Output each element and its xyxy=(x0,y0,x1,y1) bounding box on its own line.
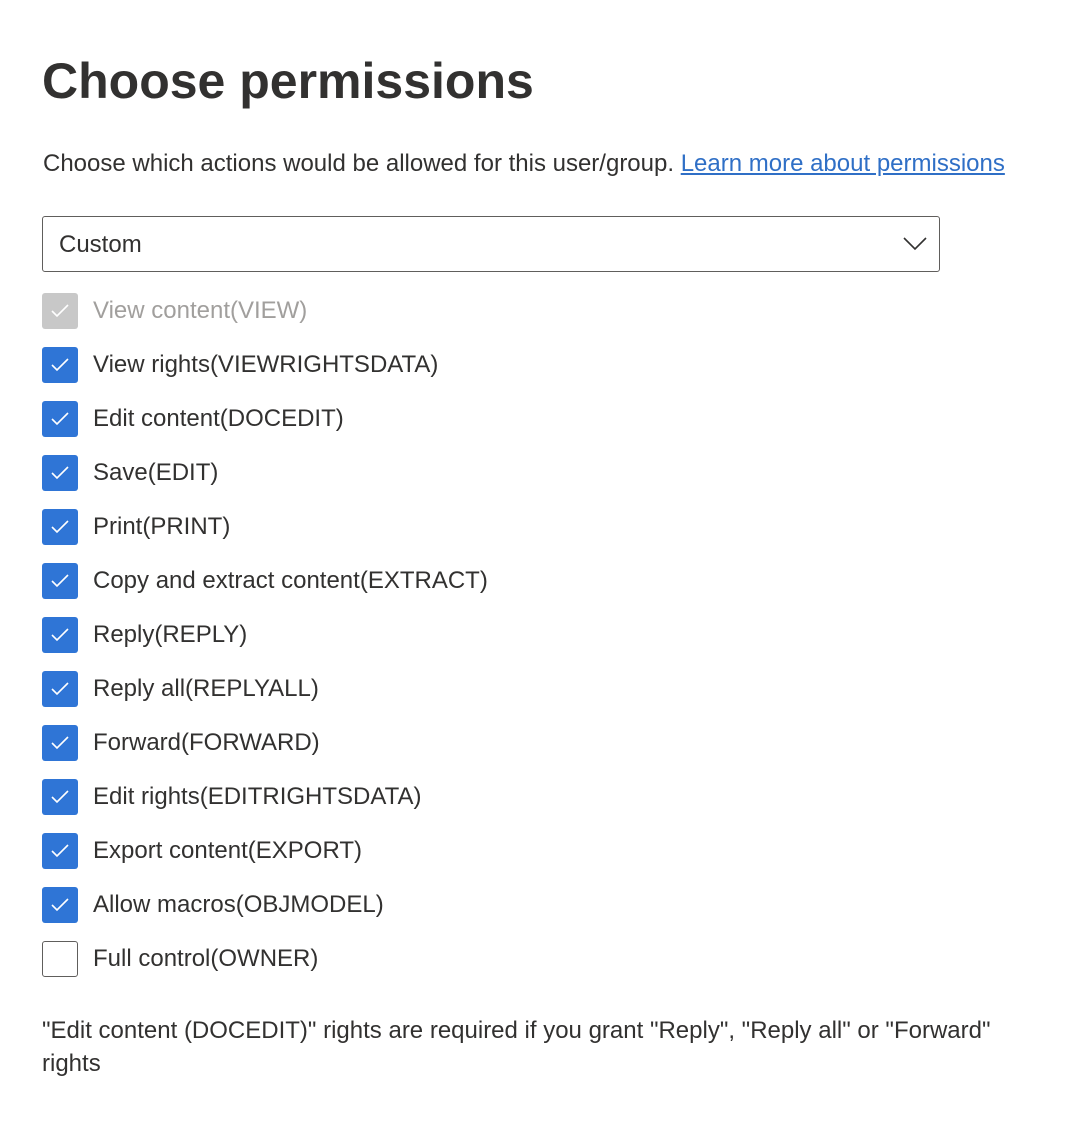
checkbox[interactable] xyxy=(42,455,78,491)
permission-checkbox-row[interactable]: Export content(EXPORT) xyxy=(42,833,488,887)
checkbox[interactable] xyxy=(42,887,78,923)
checkbox[interactable] xyxy=(42,725,78,761)
checkmark-icon xyxy=(51,790,69,804)
permission-checkbox-row[interactable]: Edit rights(EDITRIGHTSDATA) xyxy=(42,779,488,833)
checkbox[interactable] xyxy=(42,833,78,869)
permission-label: Export content(EXPORT) xyxy=(93,837,362,864)
permission-level-dropdown[interactable]: Custom xyxy=(42,216,940,272)
permission-checkbox-row[interactable]: Print(PRINT) xyxy=(42,509,488,563)
checkmark-icon xyxy=(51,412,69,426)
permission-checkbox-row[interactable]: View rights(VIEWRIGHTSDATA) xyxy=(42,347,488,401)
permission-checkbox-row: View content(VIEW) xyxy=(42,293,488,347)
checkmark-icon xyxy=(51,520,69,534)
permission-checkbox-row[interactable]: Edit content(DOCEDIT) xyxy=(42,401,488,455)
permission-checkbox-row[interactable]: Save(EDIT) xyxy=(42,455,488,509)
checkbox[interactable] xyxy=(42,671,78,707)
checkbox[interactable] xyxy=(42,617,78,653)
permission-checkbox-row[interactable]: Forward(FORWARD) xyxy=(42,725,488,779)
description-text: Choose which actions would be allowed fo… xyxy=(43,150,681,177)
permission-label: Forward(FORWARD) xyxy=(93,729,320,756)
checkmark-icon xyxy=(51,358,69,372)
checkmark-icon xyxy=(51,304,69,318)
chevron-down-icon xyxy=(903,237,927,251)
permission-label: Allow macros(OBJMODEL) xyxy=(93,891,384,918)
permission-checkbox-row[interactable]: Reply(REPLY) xyxy=(42,617,488,671)
requirements-note: "Edit content (DOCEDIT)" rights are requ… xyxy=(42,1017,991,1077)
permission-checkbox-row[interactable]: Copy and extract content(EXTRACT) xyxy=(42,563,488,617)
permission-checkbox-row[interactable]: Reply all(REPLYALL) xyxy=(42,671,488,725)
permission-label: Print(PRINT) xyxy=(93,513,231,540)
dropdown-selected-value: Custom xyxy=(59,231,142,258)
permission-label: Copy and extract content(EXTRACT) xyxy=(93,567,488,594)
checkbox[interactable] xyxy=(42,941,78,977)
permission-label: Edit content(DOCEDIT) xyxy=(93,405,344,432)
checkbox xyxy=(42,293,78,329)
checkmark-icon xyxy=(51,628,69,642)
permission-label: Save(EDIT) xyxy=(93,459,219,486)
permission-checkbox-row[interactable]: Allow macros(OBJMODEL) xyxy=(42,887,488,941)
checkmark-icon xyxy=(51,682,69,696)
checkmark-icon xyxy=(51,898,69,912)
checkbox[interactable] xyxy=(42,509,78,545)
checkbox[interactable] xyxy=(42,347,78,383)
permission-label: View rights(VIEWRIGHTSDATA) xyxy=(93,351,439,378)
permission-label: Reply all(REPLYALL) xyxy=(93,675,319,702)
learn-more-link[interactable]: Learn more about permissions xyxy=(681,150,1005,177)
permission-label: Full control(OWNER) xyxy=(93,945,319,972)
checkmark-icon xyxy=(51,466,69,480)
checkbox[interactable] xyxy=(42,563,78,599)
permission-label: Reply(REPLY) xyxy=(93,621,248,648)
checkmark-icon xyxy=(51,574,69,588)
page-title: Choose permissions xyxy=(42,53,534,109)
description: Choose which actions would be allowed fo… xyxy=(43,150,1005,178)
permission-checkbox-row[interactable]: Full control(OWNER) xyxy=(42,941,488,995)
checkmark-icon xyxy=(51,736,69,750)
permission-label: Edit rights(EDITRIGHTSDATA) xyxy=(93,783,422,810)
checkmark-icon xyxy=(51,844,69,858)
checkbox[interactable] xyxy=(42,401,78,437)
checkbox[interactable] xyxy=(42,779,78,815)
permission-label: View content(VIEW) xyxy=(93,297,308,324)
permissions-list: View content(VIEW) View rights(VIEWRIGHTS… xyxy=(42,293,488,995)
